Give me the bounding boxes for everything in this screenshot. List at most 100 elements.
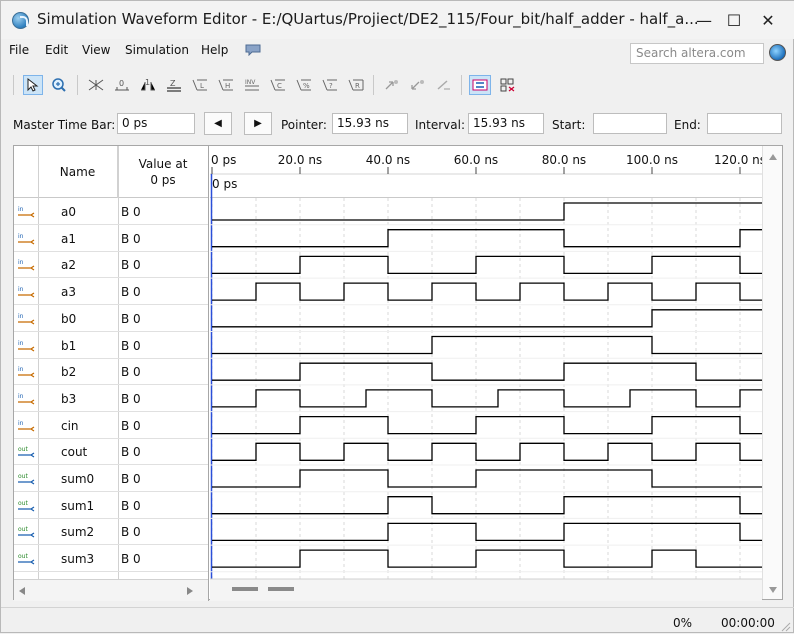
signal-value: B 0 <box>121 231 141 246</box>
signal-value: B 0 <box>121 205 141 219</box>
input-pin-icon: in <box>18 313 35 325</box>
svg-text:in: in <box>18 313 24 320</box>
output-pin-icon: out <box>18 500 35 512</box>
high-z-icon[interactable]: Z <box>163 75 185 95</box>
waveform-b1[interactable] <box>212 335 762 355</box>
scroll-up-icon[interactable] <box>768 153 778 161</box>
waveform-cout[interactable] <box>212 442 762 461</box>
scroll-down-icon[interactable] <box>768 586 778 594</box>
name-horizontal-scrollbar[interactable] <box>14 579 208 601</box>
random-value-icon[interactable]: ? <box>319 75 341 95</box>
scroll-thumb-right[interactable] <box>268 587 294 591</box>
signal-row-cout[interactable]: out cout B 0 <box>14 438 208 466</box>
menu-file[interactable]: File <box>9 43 29 57</box>
end-field[interactable] <box>707 113 782 134</box>
waveform-area[interactable]: 0 ps 20.0 ns 40.0 ns 60.0 ns 80.0 ns 100.0 ns… <box>210 146 766 601</box>
scroll-thumb-left[interactable] <box>232 587 258 591</box>
collapse-icon[interactable] <box>407 75 429 95</box>
expand-icon[interactable] <box>381 75 403 95</box>
waveform-b3[interactable] <box>212 389 762 408</box>
signal-table-header: Name Value at 0 ps <box>14 146 208 198</box>
waveform-sum2[interactable] <box>212 522 762 542</box>
signal-name: sum0 <box>61 472 95 486</box>
svg-text:?: ? <box>329 82 333 90</box>
waveform-cin[interactable] <box>212 415 762 435</box>
zoom-icon[interactable] <box>49 75 69 95</box>
signal-row-a0[interactable]: in a0 B 0 <box>14 198 208 225</box>
vertical-scrollbar[interactable] <box>762 146 782 599</box>
waveform-a3[interactable] <box>212 282 762 301</box>
resize-grip-icon[interactable] <box>781 622 791 632</box>
waveform-sum1[interactable] <box>212 496 762 515</box>
toolbar-grip <box>13 75 14 95</box>
feedback-icon[interactable] <box>245 44 261 56</box>
waveform-a0[interactable] <box>212 202 762 221</box>
grid-icon[interactable] <box>469 75 491 95</box>
svg-text:in: in <box>18 206 24 213</box>
pointer-icon[interactable] <box>23 75 43 95</box>
snap-to-grid-icon[interactable] <box>433 75 455 95</box>
input-pin-icon: in <box>18 233 35 245</box>
signal-row-sum0[interactable]: out sum0 B 0 <box>14 465 208 492</box>
svg-text:Z: Z <box>170 79 176 88</box>
waveform-a1[interactable] <box>212 229 762 248</box>
count-value-icon[interactable]: C <box>267 75 289 95</box>
signal-row-a2[interactable]: in a2 B 0 <box>14 251 208 279</box>
globe-icon[interactable] <box>769 44 786 61</box>
menu-edit[interactable]: Edit <box>45 43 68 57</box>
signal-row-b1[interactable]: in b1 B 0 <box>14 332 208 359</box>
waveform-sum3[interactable] <box>212 549 762 568</box>
signal-name: a1 <box>61 231 76 246</box>
waveform-b2[interactable] <box>212 362 762 381</box>
next-transition-button[interactable]: ▶ <box>244 112 272 135</box>
weak-high-icon[interactable]: H <box>215 75 237 95</box>
waveform-a2[interactable] <box>212 255 762 275</box>
time-tick-label: 40.0 ns <box>366 153 410 167</box>
arbitrary-value-icon[interactable]: R <box>345 75 367 95</box>
close-button[interactable]: ✕ <box>745 1 791 39</box>
scroll-right-icon[interactable] <box>186 586 194 596</box>
signal-row-sum1[interactable]: out sum1 B 0 <box>14 492 208 519</box>
waveform-panel: Name Value at 0 ps in a0 B 0 in a1 B 0 in a2 B 0… <box>13 145 783 601</box>
value-column-header[interactable]: Value at 0 ps <box>118 146 208 198</box>
scroll-left-icon[interactable] <box>18 586 26 596</box>
invert-icon[interactable]: INV <box>241 75 263 95</box>
signal-row-sum3[interactable]: out sum3 B 0 <box>14 545 208 573</box>
signal-row-b3[interactable]: in b3 B 0 <box>14 385 208 412</box>
signal-name: sum2 <box>61 525 95 540</box>
force-high-icon[interactable]: 1 <box>137 75 159 95</box>
name-column-header[interactable]: Name <box>38 146 118 198</box>
waveform-sum0[interactable] <box>212 469 762 488</box>
search-input[interactable]: Search altera.com <box>630 43 764 64</box>
svg-text:in: in <box>18 259 24 266</box>
prev-transition-button[interactable]: ◀ <box>204 112 232 135</box>
signal-row-cin[interactable]: in cin B 0 <box>14 412 208 439</box>
signal-row-a1[interactable]: in a1 B 0 <box>14 225 208 252</box>
svg-text:in: in <box>18 366 24 373</box>
signal-row-a3[interactable]: in a3 B 0 <box>14 278 208 306</box>
input-pin-icon: in <box>18 366 35 378</box>
master-time-field[interactable]: 0 ps <box>117 113 195 134</box>
menu-help[interactable]: Help <box>201 43 228 57</box>
signal-name: b3 <box>61 391 77 406</box>
weak-low-icon[interactable]: L <box>189 75 211 95</box>
signal-row-b0[interactable]: in b0 B 0 <box>14 305 208 332</box>
force-low-icon[interactable]: 0 <box>111 75 133 95</box>
waveform-canvas[interactable]: 0 ps 20.0 ns 40.0 ns 60.0 ns 80.0 ns 100.0 ns… <box>210 146 766 601</box>
waveform-b0[interactable] <box>212 309 762 328</box>
svg-text:in: in <box>18 340 24 347</box>
interval-label: Interval: <box>415 118 465 132</box>
signal-row-sum2[interactable]: out sum2 B 0 <box>14 518 208 546</box>
overwrite-clock-icon[interactable]: % <box>293 75 315 95</box>
time-tick-label: 0 ps <box>211 153 236 167</box>
title-bar: Simulation Waveform Editor - E:/QUartus/… <box>1 1 794 39</box>
signal-name: sum3 <box>61 552 95 567</box>
dont-care-icon[interactable] <box>85 75 107 95</box>
node-finder-icon[interactable] <box>497 75 519 95</box>
menu-simulation[interactable]: Simulation <box>125 43 189 57</box>
menu-view[interactable]: View <box>82 43 110 57</box>
signal-value: B 0 <box>121 498 141 513</box>
output-pin-icon: out <box>18 553 35 565</box>
start-field[interactable] <box>593 113 667 134</box>
signal-row-b2[interactable]: in b2 B 0 <box>14 358 208 386</box>
